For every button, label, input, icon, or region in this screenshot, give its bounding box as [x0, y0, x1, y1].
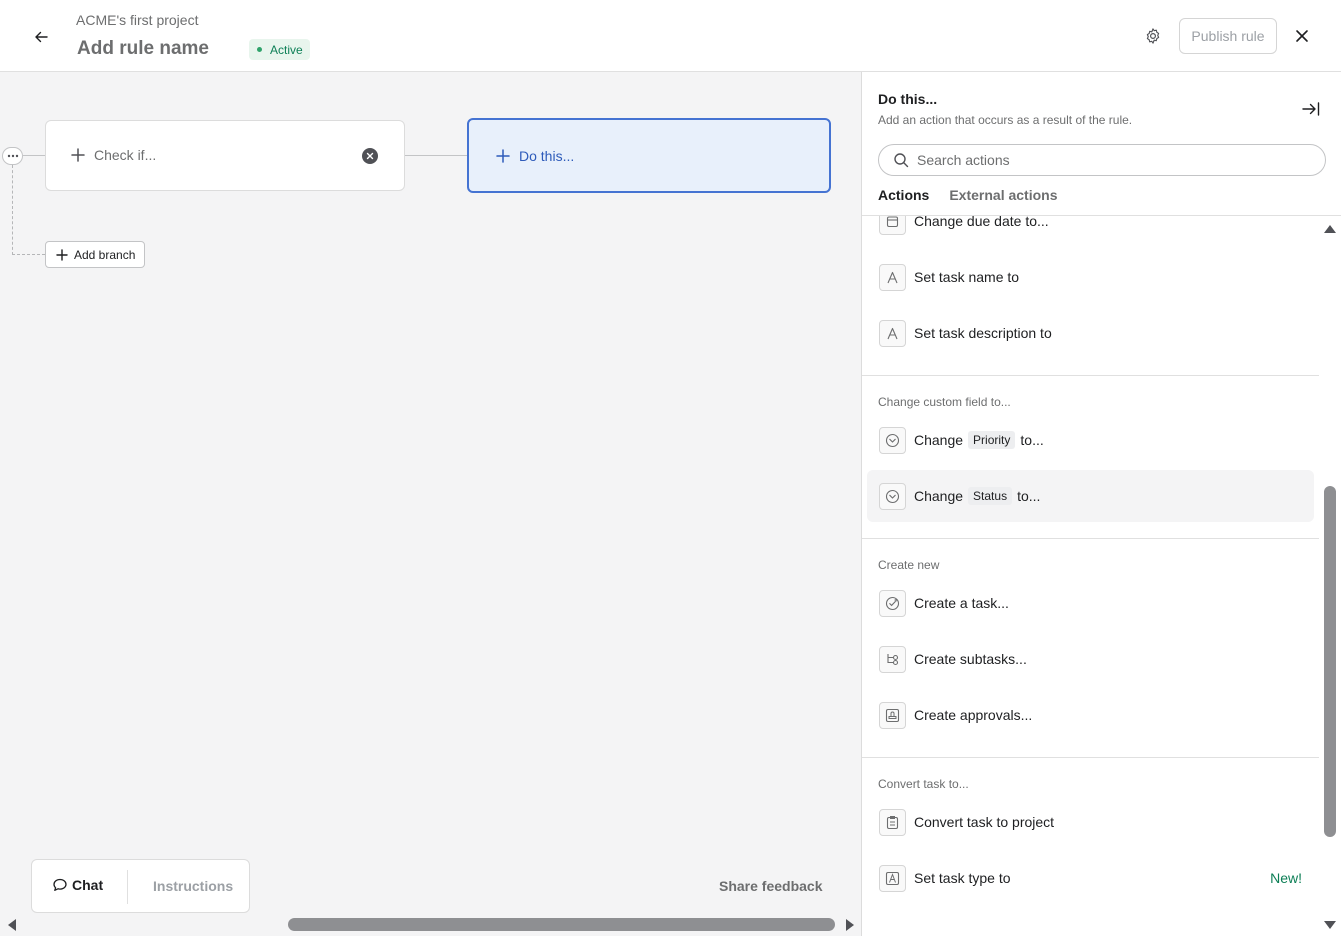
- more-options-button[interactable]: [2, 147, 23, 165]
- text-icon: [879, 319, 906, 347]
- action-create-task[interactable]: Create a task...: [867, 577, 1314, 629]
- back-button[interactable]: [26, 22, 56, 52]
- remove-condition-button[interactable]: [362, 148, 378, 164]
- search-icon: [894, 153, 909, 168]
- chat-tab[interactable]: Chat: [52, 877, 103, 893]
- add-branch-button[interactable]: Add branch: [45, 241, 145, 268]
- section-header-convert-task: Convert task to...: [878, 777, 969, 791]
- action-label-suffix: to...: [1017, 488, 1041, 504]
- rule-name-input[interactable]: Add rule name: [77, 38, 209, 60]
- arrow-left-icon: [35, 31, 48, 43]
- new-badge: New!: [1270, 870, 1302, 886]
- vertical-scroll-thumb[interactable]: [1324, 486, 1336, 837]
- add-branch-label: Add branch: [74, 247, 136, 262]
- dropdown-field-icon: [879, 482, 906, 510]
- actions-list[interactable]: Change due date to... Set task name to S…: [862, 216, 1319, 922]
- panel-tabs: Actions External actions: [878, 187, 1078, 211]
- action-label-suffix: to...: [1020, 432, 1044, 448]
- check-if-label: Check if...: [94, 147, 157, 163]
- status-badge: Active: [249, 39, 310, 60]
- dropdown-field-icon: [879, 426, 906, 454]
- project-name: ACME's first project: [76, 12, 199, 28]
- panel-subtitle: Add an action that occurs as a result of…: [878, 113, 1133, 127]
- top-header: ACME's first project Add rule name Activ…: [0, 0, 1341, 72]
- action-label: Set task name to: [914, 269, 1020, 285]
- action-set-task-type[interactable]: Set task type to New!: [867, 852, 1314, 904]
- do-this-label: Do this...: [519, 148, 575, 164]
- action-change-status[interactable]: Change Status to...: [867, 470, 1314, 522]
- settings-button[interactable]: [1141, 24, 1165, 48]
- action-label: Create approvals...: [914, 707, 1033, 723]
- collapse-panel-button[interactable]: [1300, 98, 1322, 120]
- scroll-right-arrow-icon[interactable]: [844, 918, 856, 932]
- task-check-icon: [879, 589, 906, 617]
- plus-icon: [56, 248, 68, 261]
- field-chip-priority: Priority: [968, 431, 1016, 449]
- horizontal-scroll-thumb[interactable]: [288, 918, 835, 931]
- project-clipboard-icon: [879, 808, 906, 836]
- connector-line: [405, 155, 467, 156]
- close-icon: [366, 152, 374, 160]
- section-header-create-new: Create new: [878, 558, 940, 572]
- field-chip-status: Status: [968, 487, 1013, 505]
- branch-connector: [12, 254, 45, 255]
- action-label-prefix: Change: [914, 432, 964, 448]
- tab-external-actions[interactable]: External actions: [949, 187, 1057, 211]
- close-button[interactable]: [1290, 24, 1314, 48]
- subtasks-icon: [879, 645, 906, 673]
- status-dot-icon: [257, 47, 262, 52]
- calendar-icon: [879, 216, 906, 235]
- search-actions-input[interactable]: [917, 152, 1297, 168]
- action-set-task-description[interactable]: Set task description to: [867, 307, 1314, 359]
- action-set-task-name[interactable]: Set task name to: [867, 251, 1314, 303]
- divider: [127, 870, 128, 904]
- search-actions-field[interactable]: [878, 144, 1326, 176]
- do-this-card[interactable]: Do this...: [467, 118, 831, 193]
- text-icon: [879, 263, 906, 291]
- ellipsis-icon: [7, 154, 18, 158]
- gear-icon: [1146, 28, 1160, 44]
- rule-canvas[interactable]: Check if... Do this... Add branch Chat I…: [0, 72, 861, 936]
- section-divider: [862, 757, 1319, 758]
- actions-panel: Do this... Add an action that occurs as …: [861, 72, 1341, 936]
- action-label: Create a task...: [914, 595, 1009, 611]
- action-convert-task-to-project[interactable]: Convert task to project: [867, 796, 1314, 848]
- action-create-subtasks[interactable]: Create subtasks...: [867, 633, 1314, 685]
- share-feedback-link[interactable]: Share feedback: [719, 878, 823, 894]
- plus-icon: [496, 149, 510, 163]
- publish-rule-button[interactable]: Publish rule: [1179, 18, 1277, 54]
- assistant-bar: Chat Instructions: [31, 859, 250, 913]
- plus-icon: [71, 148, 85, 162]
- connector-line: [23, 155, 45, 156]
- status-label: Active: [270, 42, 303, 57]
- section-divider: [862, 538, 1319, 539]
- check-if-card[interactable]: Check if...: [45, 120, 405, 191]
- task-type-icon: [879, 864, 906, 892]
- action-create-approvals[interactable]: Create approvals...: [867, 689, 1314, 741]
- tab-actions[interactable]: Actions: [878, 187, 929, 211]
- panel-title: Do this...: [878, 91, 938, 107]
- action-label: Set task description to: [914, 325, 1052, 341]
- collapse-right-icon: [1302, 102, 1320, 116]
- approval-stamp-icon: [879, 701, 906, 729]
- scroll-left-arrow-icon[interactable]: [6, 918, 18, 932]
- chat-label: Chat: [72, 877, 104, 893]
- instructions-tab[interactable]: Instructions: [153, 878, 233, 894]
- action-change-due-date[interactable]: Change due date to...: [867, 216, 1314, 247]
- action-label: Convert task to project: [914, 814, 1055, 830]
- action-label-prefix: Change: [914, 488, 964, 504]
- section-divider: [862, 375, 1319, 376]
- section-header-custom-field: Change custom field to...: [878, 395, 1011, 409]
- close-icon: [1296, 30, 1308, 42]
- branch-connector: [12, 165, 13, 255]
- scroll-down-arrow-icon[interactable]: [1323, 919, 1337, 931]
- action-label: Change due date to...: [914, 216, 1049, 229]
- action-change-priority[interactable]: Change Priority to...: [867, 414, 1314, 466]
- chat-bubble-icon: [53, 878, 67, 891]
- action-label: Set task type to: [914, 870, 1011, 886]
- action-label: Create subtasks...: [914, 651, 1027, 667]
- scroll-up-arrow-icon[interactable]: [1323, 223, 1337, 235]
